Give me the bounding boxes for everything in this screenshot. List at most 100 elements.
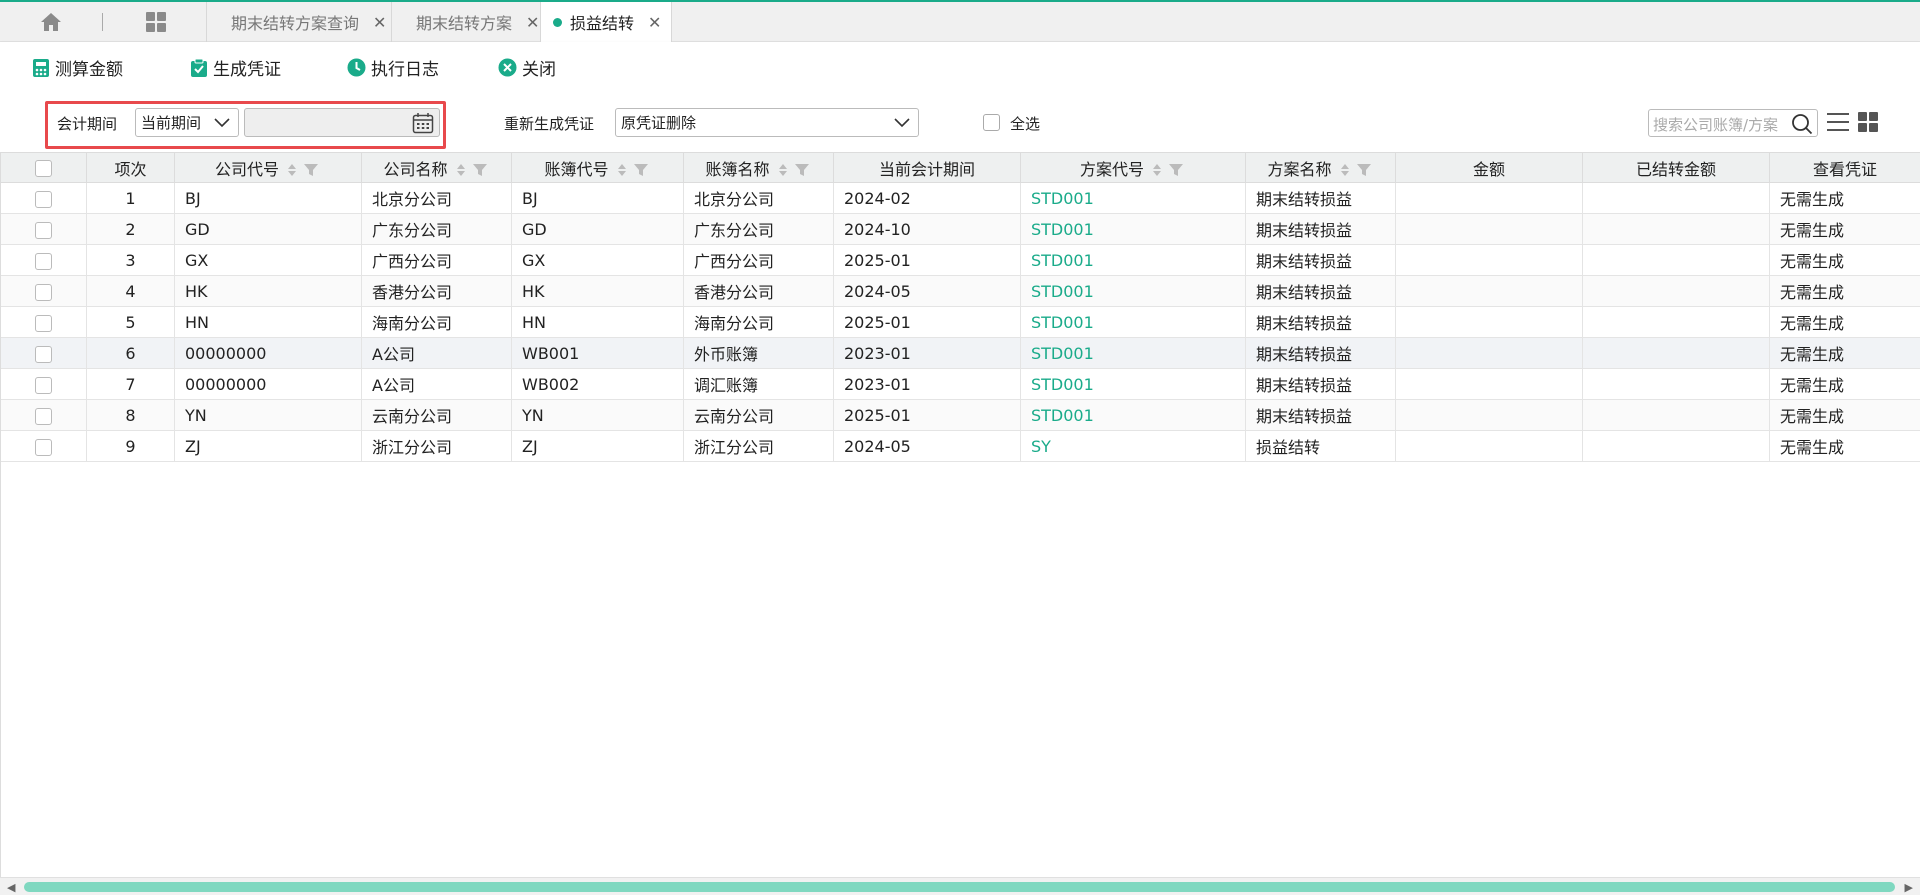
period-label: 会计期间 bbox=[57, 115, 118, 133]
row-checkbox[interactable] bbox=[34, 190, 52, 208]
cell-company-code: HK bbox=[174, 275, 362, 307]
row-checkbox[interactable] bbox=[34, 345, 52, 363]
table-row[interactable]: 2 GD 广东分公司 GD 广东分公司 2024-10 STD001 期末结转损益 无需生成 bbox=[0, 213, 1920, 245]
table-row[interactable]: 8 YN 云南分公司 YN 云南分公司 2025-01 STD001 期末结转损益 无需生成 bbox=[0, 399, 1920, 431]
row-checkbox[interactable] bbox=[34, 314, 52, 332]
row-checkbox-cell[interactable] bbox=[0, 430, 87, 462]
cell-current-period: 2023-01 bbox=[833, 337, 1021, 369]
sort-filter-icon bbox=[617, 164, 648, 176]
row-checkbox[interactable] bbox=[34, 407, 52, 425]
grid-menu-icon[interactable] bbox=[141, 2, 171, 42]
close-icon[interactable]: ✕ bbox=[373, 13, 386, 32]
search-input[interactable]: 搜索公司账簿/方案 bbox=[1653, 114, 1787, 135]
row-checkbox-cell[interactable] bbox=[0, 275, 87, 307]
table-row[interactable]: 1 BJ 北京分公司 BJ 北京分公司 2024-02 STD001 期末结转损益 无需生成 bbox=[0, 182, 1920, 214]
regen-voucher-select[interactable]: 原凭证删除 bbox=[615, 108, 919, 137]
scrollbar-thumb[interactable] bbox=[24, 882, 1895, 892]
row-checkbox[interactable] bbox=[34, 221, 52, 239]
search-box[interactable]: 搜索公司账簿/方案 bbox=[1648, 109, 1818, 137]
cell-transferred-amount bbox=[1582, 244, 1770, 276]
table-row[interactable]: 4 HK 香港分公司 HK 香港分公司 2024-05 STD001 期末结转损益 无需生成 bbox=[0, 275, 1920, 307]
tab-scheme-query[interactable]: 期末结转方案查询 ✕ bbox=[206, 2, 396, 42]
row-checkbox[interactable] bbox=[34, 283, 52, 301]
cell-ledger-code: WB001 bbox=[511, 337, 684, 369]
cell-amount bbox=[1395, 275, 1583, 307]
header-scheme-code[interactable]: 方案代号 bbox=[1020, 152, 1246, 183]
row-checkbox-cell[interactable] bbox=[0, 182, 87, 214]
table-row[interactable]: 3 GX 广西分公司 GX 广西分公司 2025-01 STD001 期末结转损益 无需生成 bbox=[0, 244, 1920, 276]
row-checkbox[interactable] bbox=[34, 376, 52, 394]
header-label: 金额 bbox=[1472, 159, 1505, 179]
cell-scheme-code[interactable]: STD001 bbox=[1020, 368, 1246, 400]
cell-view-voucher: 无需生成 bbox=[1769, 182, 1920, 214]
cell-scheme-name: 损益结转 bbox=[1245, 430, 1396, 462]
clock-icon bbox=[347, 58, 366, 77]
header-company-code[interactable]: 公司代号 bbox=[174, 152, 362, 183]
cell-amount bbox=[1395, 306, 1583, 338]
header-company-name[interactable]: 公司名称 bbox=[361, 152, 512, 183]
cell-scheme-name: 期末结转损益 bbox=[1245, 182, 1396, 214]
close-label: 关闭 bbox=[522, 60, 556, 80]
row-checkbox-cell[interactable] bbox=[0, 368, 87, 400]
row-checkbox-cell[interactable] bbox=[0, 244, 87, 276]
table-row[interactable]: 7 00000000 A公司 WB002 调汇账簿 2023-01 STD001 期末结转损益… bbox=[0, 368, 1920, 400]
row-checkbox-cell[interactable] bbox=[0, 337, 87, 369]
header-ledger-code[interactable]: 账簿代号 bbox=[511, 152, 684, 183]
table-row[interactable]: 5 HN 海南分公司 HN 海南分公司 2025-01 STD001 期末结转损益 无需生成 bbox=[0, 306, 1920, 338]
cell-scheme-code[interactable]: STD001 bbox=[1020, 275, 1246, 307]
header-scheme-name[interactable]: 方案名称 bbox=[1245, 152, 1396, 183]
row-checkbox[interactable] bbox=[34, 252, 52, 270]
cell-ledger-code: GX bbox=[511, 244, 684, 276]
header-checkbox-cell[interactable] bbox=[0, 152, 87, 183]
tab-profit-loss-transfer[interactable]: 损益结转 ✕ bbox=[540, 2, 673, 42]
cell-scheme-code[interactable]: STD001 bbox=[1020, 337, 1246, 369]
calc-amount-button[interactable]: 测算金额 bbox=[32, 55, 123, 80]
execution-log-button[interactable]: 执行日志 bbox=[347, 55, 439, 80]
row-checkbox-cell[interactable] bbox=[0, 213, 87, 245]
cell-ledger-code: WB002 bbox=[511, 368, 684, 400]
regen-voucher-value: 原凭证删除 bbox=[621, 114, 697, 132]
close-icon[interactable]: ✕ bbox=[526, 13, 539, 32]
row-checkbox-cell[interactable] bbox=[0, 306, 87, 338]
cell-item-no: 9 bbox=[86, 430, 175, 462]
cell-company-name: 云南分公司 bbox=[361, 399, 512, 431]
cell-view-voucher: 无需生成 bbox=[1769, 399, 1920, 431]
cell-scheme-code[interactable]: STD001 bbox=[1020, 399, 1246, 431]
row-checkbox-cell[interactable] bbox=[0, 399, 87, 431]
cell-scheme-code[interactable]: SY bbox=[1020, 430, 1246, 462]
cell-amount bbox=[1395, 430, 1583, 462]
generate-voucher-label: 生成凭证 bbox=[213, 60, 281, 80]
tab-label: 损益结转 bbox=[570, 14, 635, 33]
header-label: 当前会计期间 bbox=[878, 159, 975, 179]
home-icon[interactable] bbox=[36, 2, 66, 42]
header-ledger-name[interactable]: 账簿名称 bbox=[683, 152, 834, 183]
cell-ledger-code: BJ bbox=[511, 182, 684, 214]
cell-view-voucher: 无需生成 bbox=[1769, 275, 1920, 307]
sort-filter-icon bbox=[456, 164, 487, 176]
cell-item-no: 5 bbox=[86, 306, 175, 338]
scroll-right-icon[interactable]: ▶ bbox=[1905, 881, 1913, 894]
cell-scheme-code[interactable]: STD001 bbox=[1020, 213, 1246, 245]
generate-voucher-button[interactable]: 生成凭证 bbox=[190, 55, 281, 80]
tab-scheme[interactable]: 期末结转方案 ✕ bbox=[391, 2, 549, 42]
cell-company-code: 00000000 bbox=[174, 368, 362, 400]
cell-scheme-code[interactable]: STD001 bbox=[1020, 244, 1246, 276]
period-select[interactable]: 当前期间 bbox=[135, 108, 239, 137]
cell-transferred-amount bbox=[1582, 368, 1770, 400]
scroll-left-icon[interactable]: ◀ bbox=[7, 881, 15, 894]
period-date-input[interactable] bbox=[244, 108, 440, 137]
select-all-checkbox[interactable] bbox=[983, 114, 1000, 131]
tab-separator bbox=[102, 13, 103, 31]
list-view-icon[interactable] bbox=[1826, 111, 1850, 137]
table-row[interactable]: 9 ZJ 浙江分公司 ZJ 浙江分公司 2024-05 SY 损益结转 无需生成 bbox=[0, 430, 1920, 462]
header-checkbox[interactable] bbox=[35, 160, 52, 177]
table-row[interactable]: 6 00000000 A公司 WB001 外币账簿 2023-01 STD001 期末结转损益… bbox=[0, 337, 1920, 369]
close-icon[interactable]: ✕ bbox=[648, 13, 661, 32]
cell-ledger-name: 广西分公司 bbox=[683, 244, 834, 276]
close-button[interactable]: 关闭 bbox=[498, 55, 556, 80]
cell-scheme-code[interactable]: STD001 bbox=[1020, 306, 1246, 338]
horizontal-scrollbar[interactable]: ◀ ▶ bbox=[0, 877, 1920, 895]
cell-scheme-code[interactable]: STD001 bbox=[1020, 182, 1246, 214]
row-checkbox[interactable] bbox=[34, 438, 52, 456]
card-view-icon[interactable] bbox=[1857, 111, 1879, 137]
